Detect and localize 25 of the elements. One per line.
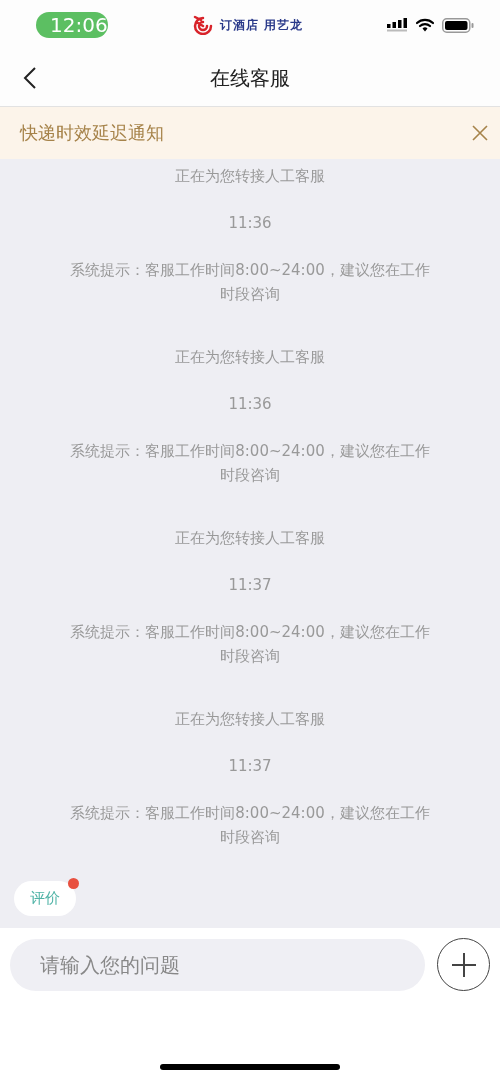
system-tip: 系统提示：客服工作时间8:00~24:00，建议您在工作时段咨询 (69, 803, 431, 848)
dragon-logo-icon (191, 15, 214, 35)
status-message: 正在为您转接人工客服 (175, 347, 325, 368)
status-message: 正在为您转接人工客服 (175, 709, 325, 730)
add-button[interactable] (437, 938, 490, 991)
app-banner-text: 订酒店 用艺龙 (219, 16, 304, 34)
page-title: 在线客服 (210, 65, 290, 90)
signal-icon (387, 18, 408, 32)
rating-button[interactable]: 评价 (14, 881, 76, 916)
status-message: 正在为您转接人工客服 (175, 528, 325, 549)
notice-text[interactable]: 快递时效延迟通知 (20, 121, 164, 145)
clock-time: 12:06 (36, 12, 108, 38)
wifi-icon (416, 18, 434, 32)
status-message: 正在为您转接人工客服 (175, 166, 325, 187)
system-tip: 系统提示：客服工作时间8:00~24:00，建议您在工作时段咨询 (69, 441, 431, 486)
message-time: 11:36 (228, 394, 272, 415)
battery-icon (442, 17, 474, 33)
message-time: 11:36 (228, 213, 272, 234)
message-input-field[interactable]: 请输入您的问题 (10, 938, 425, 991)
message-time: 11:37 (228, 575, 272, 596)
message-time: 11:37 (228, 756, 272, 777)
system-tip: 系统提示：客服工作时间8:00~24:00，建议您在工作时段咨询 (69, 260, 431, 305)
close-icon[interactable] (472, 125, 488, 141)
plus-icon (450, 951, 477, 978)
system-tip: 系统提示：客服工作时间8:00~24:00，建议您在工作时段咨询 (69, 622, 431, 667)
